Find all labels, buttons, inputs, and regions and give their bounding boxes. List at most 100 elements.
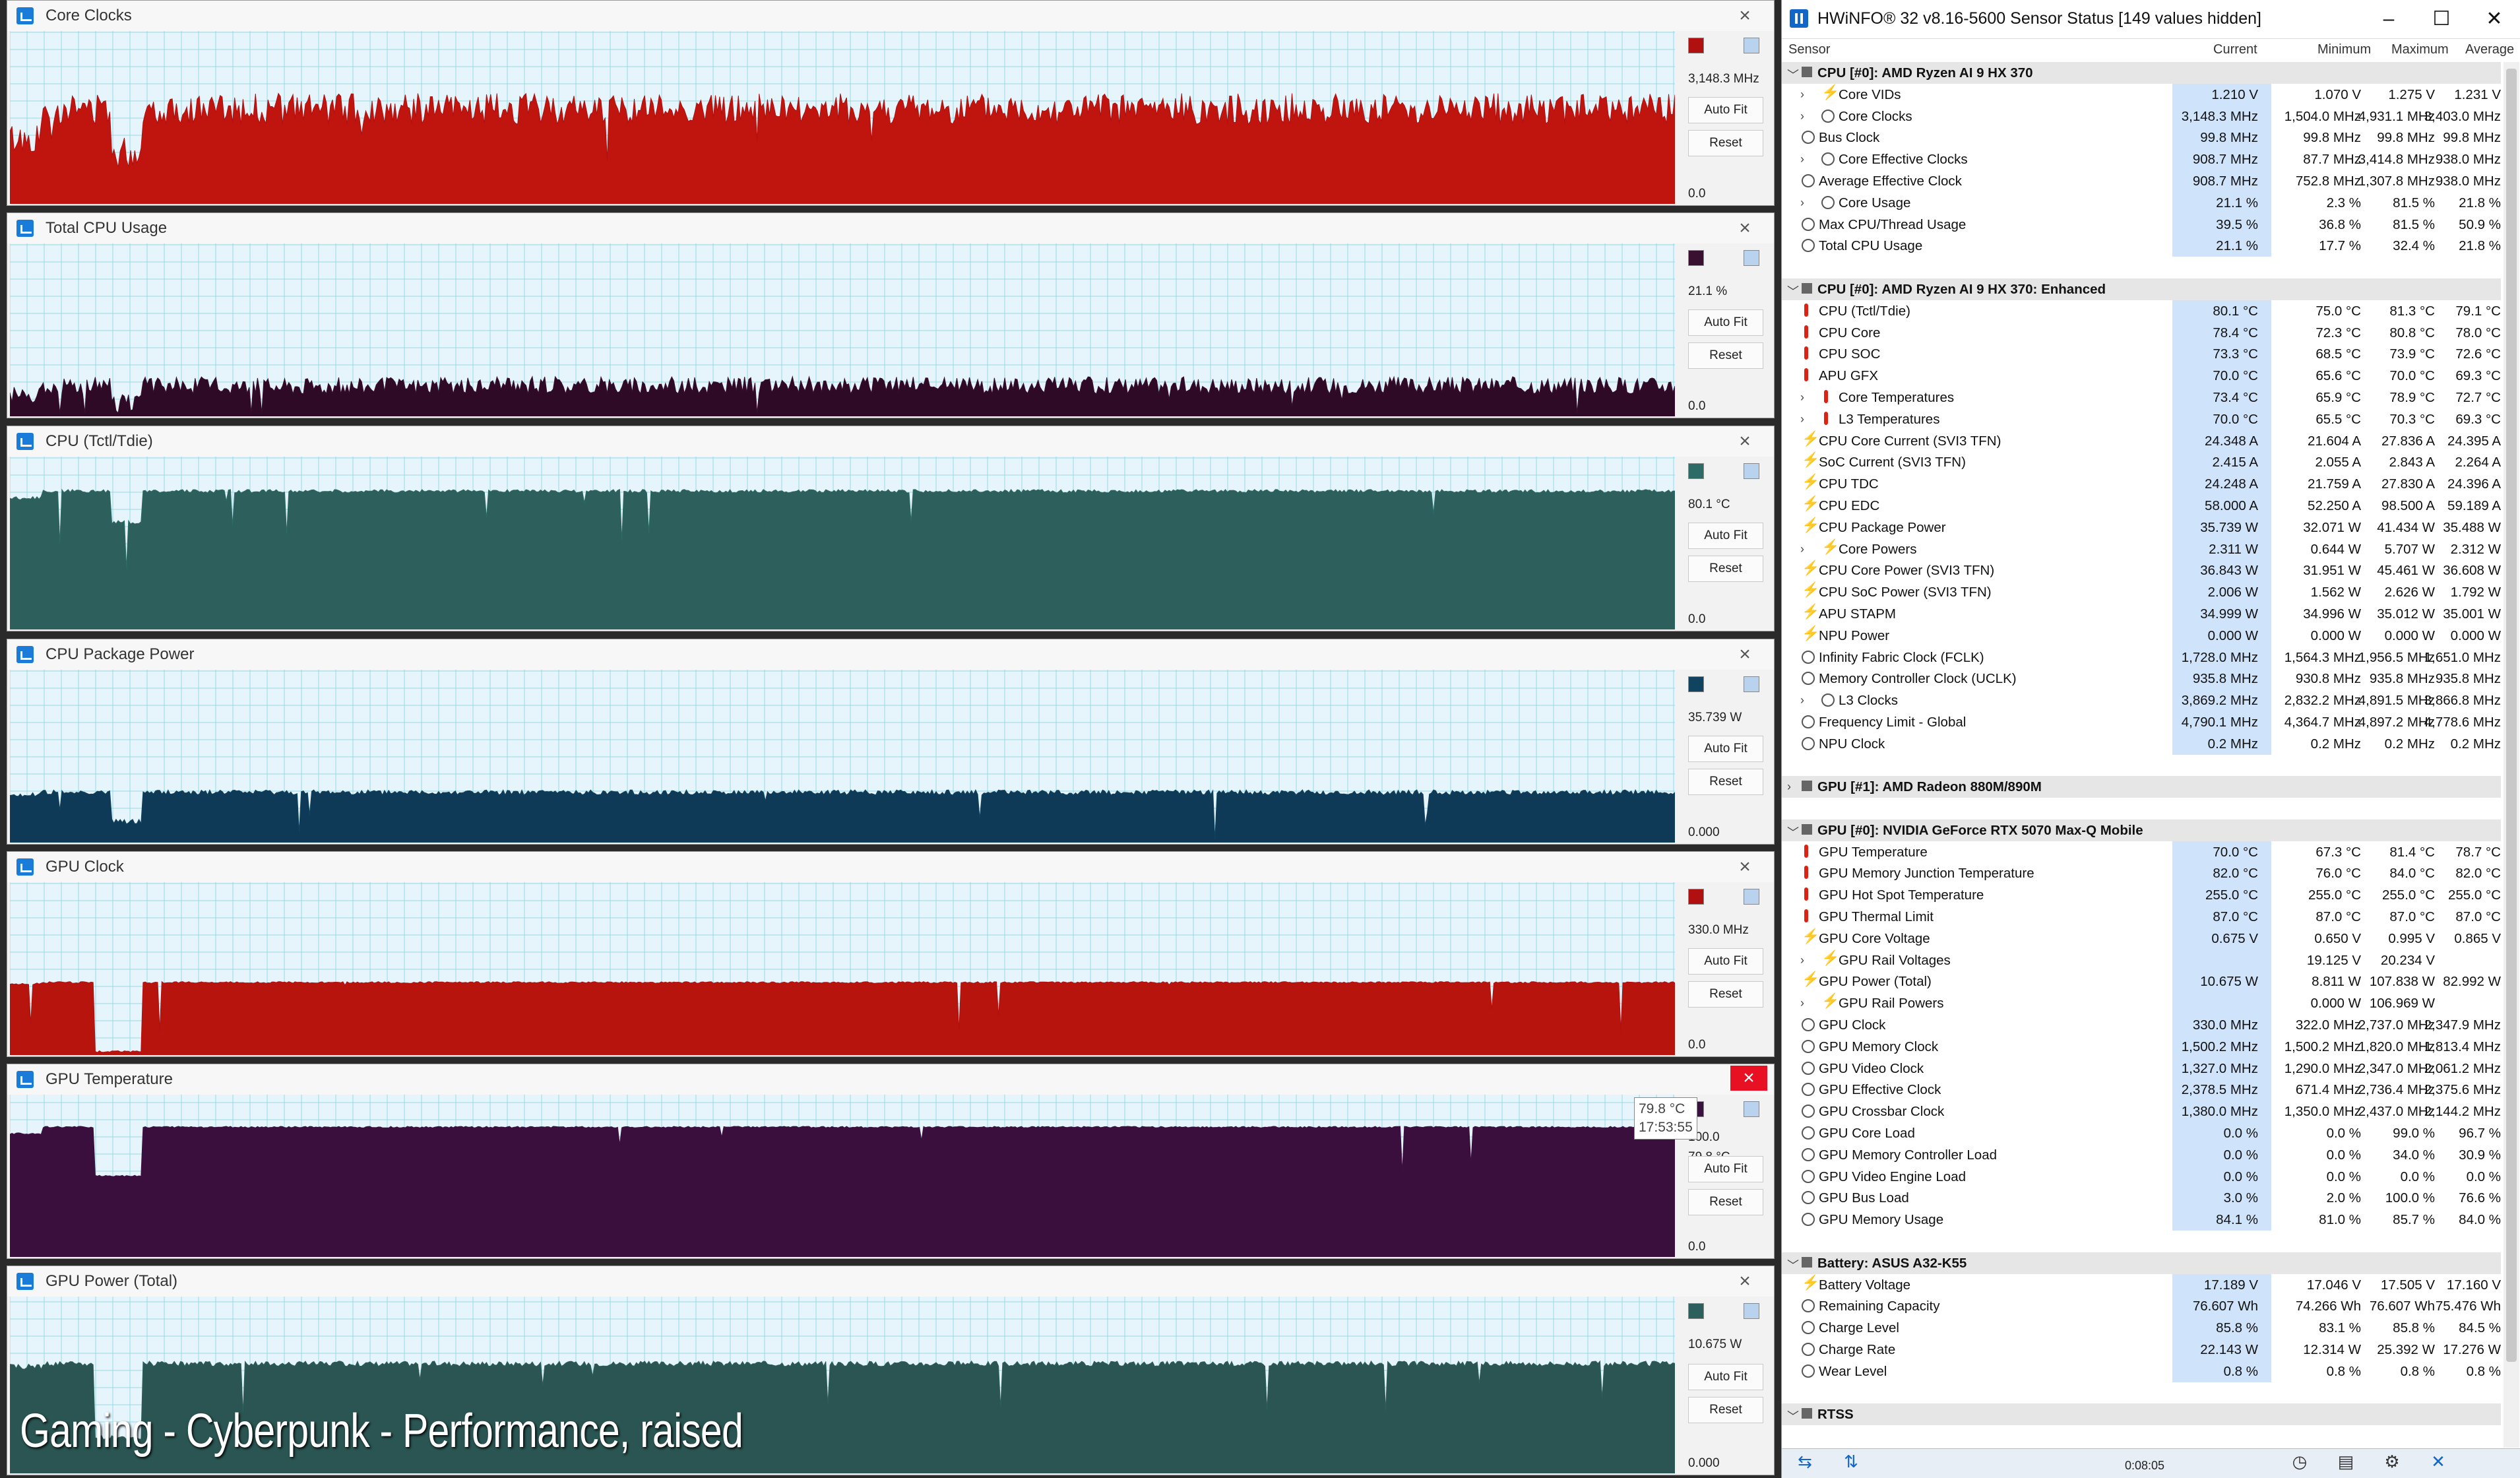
- auto-fit-button[interactable]: Auto Fit: [1688, 96, 1763, 123]
- col-sensor[interactable]: Sensor: [1788, 42, 1830, 57]
- graph-title-bar[interactable]: CPU (Tctl/Tdie) ×: [7, 426, 1774, 457]
- graph-window-4[interactable]: CPU Package Power × 35.739 W Auto Fit Reset 0…: [7, 639, 1775, 845]
- sensor-row[interactable]: › Core Effective Clocks 908.7 MHz 87.7 MHz 3…: [1782, 148, 2501, 170]
- chevron-right-icon[interactable]: ›: [1800, 196, 1804, 210]
- graph-settings-swatch[interactable]: [1744, 1303, 1759, 1319]
- graph-window-2[interactable]: Total CPU Usage × 21.1 % Auto Fit Reset 0.0: [7, 212, 1775, 418]
- auto-fit-button[interactable]: Auto Fit: [1688, 309, 1763, 336]
- sensor-row[interactable]: Total CPU Usage 21.1 % 17.7 % 32.4 % 21.8 %: [1782, 235, 2501, 257]
- graph-title-bar[interactable]: GPU Power (Total) ×: [7, 1266, 1774, 1297]
- sensor-row[interactable]: GPU Crossbar Clock 1,380.0 MHz 1,350.0 MHz…: [1782, 1101, 2501, 1123]
- sensor-row[interactable]: › ⚡ Core Powers 2.311 W 0.644 W 5.707 W 2.312 …: [1782, 538, 2501, 560]
- graph-window-5[interactable]: GPU Clock × 330.0 MHz Auto Fit Reset 0.0: [7, 851, 1775, 1057]
- reset-button[interactable]: Reset: [1688, 555, 1763, 582]
- chevron-right-icon[interactable]: ›: [1800, 996, 1804, 1010]
- sensor-row[interactable]: Charge Level 85.8 % 83.1 % 85.8 % 84.5 %: [1782, 1317, 2501, 1339]
- sensor-row[interactable]: › L3 Clocks 3,869.2 MHz 2,832.2 MHz 4,891.5 …: [1782, 690, 2501, 711]
- graph-title-bar[interactable]: Core Clocks ×: [7, 1, 1774, 31]
- chevron-right-icon[interactable]: ›: [1787, 780, 1791, 794]
- col-current[interactable]: Current: [2213, 42, 2257, 57]
- sensor-row[interactable]: ⚡ SoC Current (SVI3 TFN) 2.415 A 2.055 A 2.8…: [1782, 451, 2501, 474]
- graph-close-button[interactable]: ×: [1730, 1269, 1759, 1294]
- chevron-down-icon[interactable]: ﹀: [1787, 66, 1799, 83]
- graph-color-swatch[interactable]: [1688, 38, 1704, 53]
- sensor-row[interactable]: › Core Temperatures 73.4 °C 65.9 °C 78.9 °C 7…: [1782, 386, 2501, 408]
- sensor-row[interactable]: CPU (Tctl/Tdie) 80.1 °C 75.0 °C 81.3 °C 79.1…: [1782, 300, 2501, 322]
- sensor-row[interactable]: GPU Hot Spot Temperature 255.0 °C 255.0 °C…: [1782, 884, 2501, 907]
- chevron-right-icon[interactable]: ›: [1800, 152, 1804, 166]
- reset-button[interactable]: Reset: [1688, 342, 1763, 369]
- auto-fit-button[interactable]: Auto Fit: [1688, 948, 1763, 975]
- auto-fit-button[interactable]: Auto Fit: [1688, 1363, 1763, 1390]
- minimize-button[interactable]: –: [2362, 3, 2415, 36]
- sensor-row[interactable]: GPU Temperature 70.0 °C 67.3 °C 81.4 °C 78.7…: [1782, 841, 2501, 863]
- graph-close-button[interactable]: ×: [1730, 216, 1759, 241]
- scrollbar-thumb[interactable]: [2506, 69, 2517, 1362]
- sensor-row[interactable]: GPU Video Engine Load 0.0 % 0.0 % 0.0 % 0.0 …: [1782, 1165, 2501, 1188]
- sensor-group-row[interactable]: ﹀ GPU [#0]: NVIDIA GeForce RTX 5070 Max-Q…: [1782, 819, 2501, 841]
- graph-close-button[interactable]: ×: [1730, 642, 1759, 667]
- reset-button[interactable]: Reset: [1688, 1189, 1763, 1216]
- graph-color-swatch[interactable]: [1688, 676, 1704, 692]
- chevron-right-icon[interactable]: ›: [1800, 953, 1804, 967]
- sensor-row[interactable]: Wear Level 0.8 % 0.8 % 0.8 % 0.8 %: [1782, 1360, 2501, 1382]
- reset-button[interactable]: Reset: [1688, 768, 1763, 795]
- chevron-down-icon[interactable]: ﹀: [1787, 1407, 1799, 1425]
- chevron-down-icon[interactable]: ﹀: [1787, 823, 1799, 841]
- sensor-row[interactable]: Remaining Capacity 76.607 Wh 74.266 Wh 76.6…: [1782, 1295, 2501, 1318]
- graph-color-swatch[interactable]: [1688, 250, 1704, 266]
- sensor-group-row[interactable]: ﹀ CPU [#0]: AMD Ryzen AI 9 HX 370: [1782, 62, 2501, 84]
- sensor-row[interactable]: › Core Usage 21.1 % 2.3 % 81.5 % 21.8 %: [1782, 191, 2501, 214]
- graph-title-bar[interactable]: GPU Clock ×: [7, 852, 1774, 882]
- sensor-row[interactable]: ⚡ Battery Voltage 17.189 V 17.046 V 17.505 V…: [1782, 1273, 2501, 1296]
- sensor-row[interactable]: GPU Memory Usage 84.1 % 81.0 % 85.7 % 84.0 %: [1782, 1209, 2501, 1231]
- sensor-row[interactable]: ⚡ APU STAPM 34.999 W 34.996 W 35.012 W 35.001…: [1782, 602, 2501, 625]
- sensor-row[interactable]: › ⚡ GPU Rail Powers 0.000 W 106.969 W: [1782, 992, 2501, 1015]
- sensor-row[interactable]: › Core Clocks 3,148.3 MHz 1,504.0 MHz 4,931.…: [1782, 105, 2501, 127]
- settings-icon[interactable]: ⚙: [2376, 1452, 2409, 1474]
- sensor-row[interactable]: NPU Clock 0.2 MHz 0.2 MHz 0.2 MHz 0.2 MHz: [1782, 732, 2501, 755]
- auto-fit-button[interactable]: Auto Fit: [1688, 522, 1763, 549]
- sensor-row[interactable]: CPU SOC 73.3 °C 68.5 °C 73.9 °C 72.6 °C: [1782, 343, 2501, 366]
- reset-button[interactable]: Reset: [1688, 980, 1763, 1008]
- sensor-row[interactable]: Memory Controller Clock (UCLK) 935.8 MHz 9…: [1782, 668, 2501, 690]
- graph-settings-swatch[interactable]: [1744, 38, 1759, 53]
- sensor-row[interactable]: ⚡ CPU Package Power 35.739 W 32.071 W 41.434…: [1782, 516, 2501, 538]
- sensor-row[interactable]: Max CPU/Thread Usage 39.5 % 36.8 % 81.5 % 50…: [1782, 213, 2501, 236]
- chevron-right-icon[interactable]: ›: [1800, 542, 1804, 556]
- chevron-down-icon[interactable]: ﹀: [1787, 282, 1799, 300]
- graph-settings-swatch[interactable]: [1744, 1101, 1759, 1117]
- vertical-scrollbar[interactable]: [2504, 62, 2519, 1448]
- chevron-right-icon[interactable]: ›: [1800, 110, 1804, 123]
- sensor-row[interactable]: › ⚡ GPU Rail Voltages 19.125 V 20.234 V: [1782, 949, 2501, 971]
- graph-window-6[interactable]: GPU Temperature×100.079.8 °CAuto FitRese…: [7, 1064, 1775, 1259]
- sensor-group-row[interactable]: ﹀ Battery: ASUS A32-K55: [1782, 1252, 2501, 1274]
- col-minimum[interactable]: Minimum: [2317, 42, 2371, 57]
- reset-button[interactable]: Reset: [1688, 129, 1763, 156]
- close-button[interactable]: ✕: [2468, 3, 2520, 36]
- sensor-row[interactable]: Infinity Fabric Clock (FCLK) 1,728.0 MHz 1…: [1782, 646, 2501, 668]
- sensor-row[interactable]: APU GFX 70.0 °C 65.6 °C 70.0 °C 69.3 °C: [1782, 365, 2501, 387]
- graph-window-1[interactable]: Core Clocks × 3,148.3 MHz Auto Fit Reset 0.0: [7, 0, 1775, 206]
- sensor-row[interactable]: GPU Memory Junction Temperature 82.0 °C 76…: [1782, 862, 2501, 885]
- sensor-row[interactable]: GPU Memory Clock 1,500.2 MHz 1,500.2 MHz 1,…: [1782, 1035, 2501, 1058]
- sensor-row[interactable]: GPU Bus Load 3.0 % 2.0 % 100.0 % 76.6 %: [1782, 1187, 2501, 1209]
- clock-icon[interactable]: ◷: [2283, 1452, 2316, 1474]
- sensor-row[interactable]: ⚡ CPU EDC 58.000 A 52.250 A 98.500 A 59.189 A: [1782, 494, 2501, 517]
- chevron-right-icon[interactable]: ›: [1800, 391, 1804, 404]
- auto-fit-button[interactable]: Auto Fit: [1688, 735, 1763, 762]
- graph-title-bar[interactable]: GPU Temperature ×: [7, 1064, 1774, 1095]
- sensor-list[interactable]: ﹀ CPU [#0]: AMD Ryzen AI 9 HX 370 › ⚡ Core V…: [1782, 62, 2501, 1426]
- graph-title-bar[interactable]: CPU Package Power ×: [7, 639, 1774, 670]
- sensor-group-row[interactable]: › GPU [#1]: AMD Radeon 880M/890M: [1782, 776, 2501, 798]
- network-icon[interactable]: ⇅: [1835, 1452, 1868, 1474]
- graph-color-swatch[interactable]: [1688, 463, 1704, 479]
- graph-close-button[interactable]: ×: [1730, 429, 1759, 454]
- sensor-row[interactable]: GPU Memory Controller Load 0.0 % 0.0 % 34.0…: [1782, 1143, 2501, 1166]
- chevron-right-icon[interactable]: ›: [1800, 693, 1804, 707]
- col-maximum[interactable]: Maximum: [2391, 42, 2449, 57]
- col-average[interactable]: Average: [2465, 42, 2514, 57]
- sensor-row[interactable]: ⚡ GPU Power (Total) 10.675 W 8.811 W 107.838…: [1782, 971, 2501, 993]
- reset-button[interactable]: Reset: [1688, 1396, 1763, 1423]
- graph-color-swatch[interactable]: [1688, 1303, 1704, 1319]
